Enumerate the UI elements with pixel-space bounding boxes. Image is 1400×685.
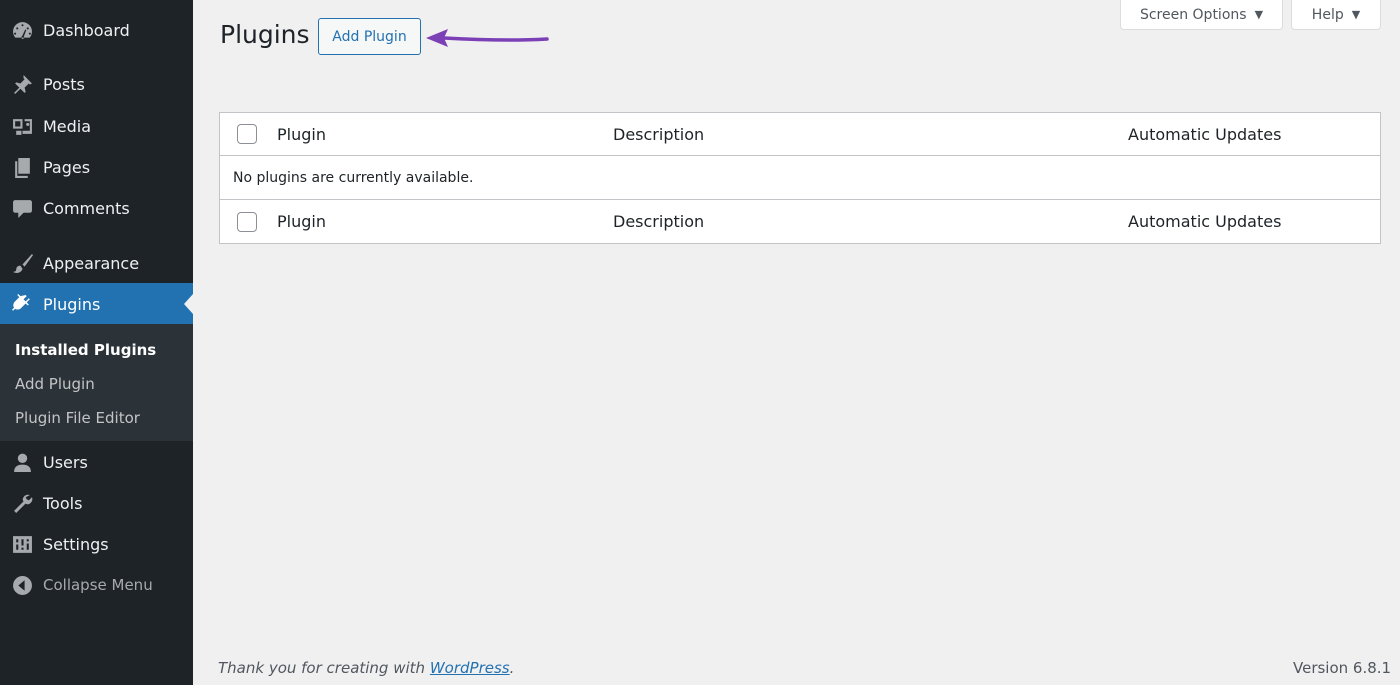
column-footer-plugin[interactable]: Plugin — [277, 212, 326, 231]
sidebar-item-settings[interactable]: Settings — [0, 524, 193, 564]
sidebar-item-appearance[interactable]: Appearance — [0, 243, 193, 283]
table-footer-row: Plugin Description Automatic Updates — [220, 200, 1380, 243]
collapse-icon — [11, 574, 33, 596]
user-icon — [11, 451, 33, 473]
wordpress-link[interactable]: WordPress — [430, 659, 510, 677]
submenu-installed-plugins[interactable]: Installed Plugins — [15, 341, 156, 359]
sidebar-item-label: Media — [43, 116, 92, 136]
footer-thanks: Thank you for creating with WordPress. — [218, 659, 514, 677]
column-footer-description: Description — [613, 212, 705, 231]
table-row: No plugins are currently available. — [220, 156, 1380, 200]
footer-version: Version 6.8.1 — [1293, 659, 1392, 677]
empty-message: No plugins are currently available. — [233, 169, 474, 186]
sidebar-item-tools[interactable]: Tools — [0, 483, 193, 523]
settings-icon — [11, 533, 33, 555]
brush-icon — [11, 252, 33, 274]
submenu-add-plugin[interactable]: Add Plugin — [15, 375, 95, 393]
sidebar-item-label: Tools — [43, 493, 83, 513]
sidebar-item-users[interactable]: Users — [0, 442, 193, 482]
sidebar-item-label: Collapse Menu — [43, 576, 153, 594]
sidebar-item-pages[interactable]: Pages — [0, 147, 193, 187]
plugins-submenu: Installed Plugins Add Plugin Plugin File… — [0, 324, 193, 441]
pages-icon — [11, 156, 33, 178]
sidebar-item-dashboard[interactable]: Dashboard — [0, 10, 193, 50]
help-label: Help — [1311, 6, 1344, 23]
footer-thanks-text: Thank you for creating with — [218, 659, 430, 677]
sidebar-item-plugins[interactable]: Plugins — [0, 283, 193, 325]
wrench-icon — [11, 492, 33, 514]
screen-options-button[interactable]: Screen Options ▼ — [1120, 0, 1283, 30]
arrow-annotation-icon — [426, 29, 549, 47]
footer-thanks-suffix: . — [509, 659, 515, 677]
sidebar-item-comments[interactable]: Comments — [0, 188, 193, 228]
sidebar-item-label: Appearance — [43, 253, 140, 273]
sidebar-item-label: Comments — [43, 198, 130, 218]
table-header-row: Plugin Description Automatic Updates — [220, 113, 1380, 156]
screen-options-label: Screen Options — [1139, 6, 1247, 23]
page-title: Plugins — [220, 20, 310, 49]
select-all-checkbox[interactable] — [237, 124, 257, 144]
sidebar-item-media[interactable]: Media — [0, 106, 193, 146]
sidebar-item-posts[interactable]: Posts — [0, 64, 193, 104]
column-footer-automatic-updates: Automatic Updates — [1128, 212, 1282, 231]
column-header-description: Description — [613, 124, 705, 144]
column-header-plugin[interactable]: Plugin — [277, 125, 326, 144]
sidebar-item-label: Pages — [43, 157, 91, 177]
column-header-automatic-updates: Automatic Updates — [1128, 124, 1282, 144]
plug-icon — [11, 293, 33, 315]
pin-icon — [11, 73, 33, 95]
sidebar-item-label: Posts — [43, 74, 85, 94]
sidebar-item-label: Users — [43, 452, 88, 472]
comment-icon — [11, 197, 33, 219]
collapse-menu-button[interactable]: Collapse Menu — [0, 565, 193, 605]
caret-down-icon: ▼ — [1254, 8, 1264, 21]
dashboard-icon — [11, 19, 33, 41]
add-plugin-button[interactable]: Add Plugin — [318, 18, 421, 55]
select-all-checkbox-footer[interactable] — [237, 211, 257, 232]
admin-sidebar: Dashboard Posts Media Pages Comments App… — [0, 0, 193, 685]
sidebar-item-label: Settings — [43, 534, 109, 554]
media-icon — [11, 115, 33, 137]
submenu-plugin-file-editor[interactable]: Plugin File Editor — [15, 409, 140, 427]
caret-down-icon: ▼ — [1351, 8, 1361, 21]
sidebar-item-label: Dashboard — [43, 20, 130, 40]
plugins-table: Plugin Description Automatic Updates No … — [219, 112, 1381, 244]
sidebar-item-label: Plugins — [43, 294, 101, 314]
help-button[interactable]: Help ▼ — [1291, 0, 1381, 30]
